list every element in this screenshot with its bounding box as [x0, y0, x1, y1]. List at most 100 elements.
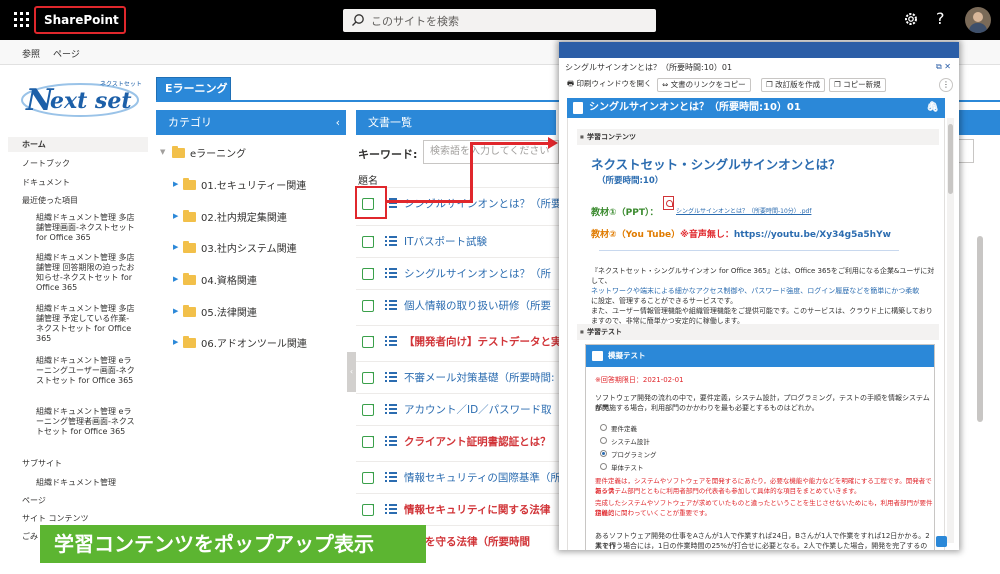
nav-recent-item[interactable]: 組織ドキュメント管理 多店舗管理画面-ネクストセット for Office 36…: [36, 213, 136, 243]
material1-link[interactable]: シングルサインオンとは？（所要時間-10分）.pdf: [676, 206, 811, 215]
document-title-link[interactable]: シングルサインオンとは？（所: [404, 266, 560, 281]
help-icon[interactable]: ?: [936, 9, 945, 28]
chevron-down-icon[interactable]: ▼: [160, 148, 165, 156]
document-title-link[interactable]: クライアント証明書認証とは？: [404, 434, 560, 449]
document-title-link[interactable]: 情報セキュリティに関する法律: [404, 502, 560, 517]
open-popup-icon[interactable]: [362, 472, 374, 484]
document-title-link[interactable]: 【開発者向け】テストデータと実: [404, 334, 560, 349]
open-popup-icon[interactable]: [362, 300, 374, 312]
tab-elearning[interactable]: Eラーニング: [156, 77, 231, 101]
answer-option[interactable]: 単体テスト: [611, 462, 644, 472]
nav-recent-item[interactable]: 組織ドキュメント管理 eラーニング管理者画面-ネクストセット for Offic…: [36, 407, 136, 437]
open-popup-icon[interactable]: [362, 336, 374, 348]
list-icon: [385, 472, 397, 482]
tree-folder[interactable]: 06.アドオンツール関連: [201, 335, 307, 350]
new-version-button[interactable]: ❐ 改訂版を作成: [761, 78, 826, 92]
nav-site-contents[interactable]: サイト コンテンツ: [22, 514, 89, 524]
open-popup-icon[interactable]: [362, 372, 374, 384]
tree-folder[interactable]: 03.社内システム関連: [201, 240, 297, 255]
browse-tab[interactable]: 参照: [22, 47, 40, 60]
nav-recycle-bin[interactable]: ごみ: [22, 532, 38, 542]
chevron-right-icon[interactable]: ▶: [173, 338, 178, 346]
copy-new-button[interactable]: ❐ コピー新規: [829, 78, 886, 92]
popup-document-title: シングルサインオンとは？（所要時間:10）01: [589, 102, 801, 113]
background-scrollbar[interactable]: [977, 236, 983, 422]
nav-recent-item[interactable]: 組織ドキュメント管理 多店舗管理 予定している作業-ネクストセット for Of…: [36, 304, 136, 344]
more-options-icon[interactable]: ⋮: [939, 78, 953, 92]
folder-icon: [183, 305, 196, 317]
copy-new-label: コピー新規: [843, 80, 881, 89]
chevron-right-icon[interactable]: ▶: [173, 243, 178, 251]
table-row[interactable]: ITパスポート試験: [356, 225, 560, 256]
table-row[interactable]: 情報セキュリティの国際基準（所: [356, 461, 560, 492]
tree-folder[interactable]: 04.資格関連: [201, 272, 257, 287]
nav-home[interactable]: ホーム: [22, 140, 46, 150]
collapse-icon[interactable]: ‹: [336, 110, 340, 135]
open-popup-icon[interactable]: [362, 404, 374, 416]
list-icon: [385, 404, 397, 414]
tree-folder[interactable]: 05.法律関連: [201, 304, 257, 319]
divider: [599, 250, 899, 251]
chevron-right-icon[interactable]: ▶: [173, 212, 178, 220]
table-row[interactable]: アカウント／ID／パスワード取: [356, 393, 560, 424]
gear-icon[interactable]: [903, 11, 919, 27]
page-tab[interactable]: ページ: [53, 47, 80, 60]
copy-link-button[interactable]: ⇔ 文書のリンクをコピー: [657, 78, 751, 92]
open-popup-icon[interactable]: [362, 268, 374, 280]
panel-splitter-handle[interactable]: ‹: [347, 352, 356, 392]
description-line: また、ユーザー情報管理機能や組織管理機能をご提供可能です。このサービスは、クラウ…: [591, 307, 933, 315]
table-row[interactable]: 情報セキュリティに関する法律: [356, 493, 560, 524]
open-popup-icon[interactable]: [362, 504, 374, 516]
chevron-right-icon[interactable]: ▶: [173, 275, 178, 283]
sharepoint-title[interactable]: SharePoint: [34, 6, 126, 34]
document-title-link[interactable]: 財産を守る法律（所要時間: [404, 534, 560, 549]
answer-radio-selected[interactable]: [600, 450, 607, 457]
table-row[interactable]: シングルサインオンとは？（所: [356, 257, 560, 288]
nav-recent-item[interactable]: 組織ドキュメント管理 eラーニングユーザー画面-ネクストセット for Offi…: [36, 356, 136, 386]
answer-radio[interactable]: [600, 463, 607, 470]
document-title-link[interactable]: 個人情報の取り扱い研修（所要: [404, 298, 560, 313]
table-row[interactable]: クライアント証明書認証とは？: [356, 425, 560, 456]
tree-folder[interactable]: 01.セキュリティー関連: [201, 177, 306, 192]
site-search-box[interactable]: このサイトを検索: [343, 9, 656, 32]
window-controls-icon[interactable]: ⧉ ✕: [936, 62, 951, 72]
background-search-button[interactable]: [958, 139, 974, 163]
answer-radio[interactable]: [600, 424, 607, 431]
open-popup-icon[interactable]: [362, 436, 374, 448]
explanation-text: 積極的に関わっていくことが重要です。: [595, 509, 712, 517]
table-row[interactable]: 【開発者向け】テストデータと実: [356, 325, 560, 356]
nav-pages[interactable]: ページ: [22, 496, 46, 506]
open-popup-icon[interactable]: [362, 236, 374, 248]
tree-root-eLearning[interactable]: eラーニング: [190, 145, 246, 160]
nav-recent-item[interactable]: 組織ドキュメント管理 多店舗管理 回答期限の迫ったお知らせ-ネクストセット fo…: [36, 253, 136, 293]
column-header-title[interactable]: 題名: [358, 172, 378, 187]
document-title-link[interactable]: 情報セキュリティの国際基準（所: [404, 470, 560, 485]
document-title-link[interactable]: 不審メール対策基礎（所要時間:: [404, 370, 560, 385]
nav-notebook[interactable]: ノートブック: [22, 159, 70, 169]
answer-option[interactable]: システム設計: [611, 436, 650, 446]
answer-option[interactable]: 要件定義: [611, 423, 637, 433]
document-title-link[interactable]: シングルサインオンとは？（所要: [404, 196, 560, 211]
nav-recent[interactable]: 最近使った項目: [22, 196, 78, 206]
nav-documents[interactable]: ドキュメント: [22, 178, 70, 188]
answer-radio[interactable]: [600, 437, 607, 444]
chevron-right-icon[interactable]: ▶: [173, 180, 178, 188]
nav-subsite-item[interactable]: 組織ドキュメント管理: [36, 478, 136, 488]
document-title-link[interactable]: アカウント／ID／パスワード取: [404, 402, 560, 417]
nextset-logo[interactable]: N ext set ネクストセット: [20, 72, 148, 124]
document-title-link[interactable]: ITパスポート試験: [404, 234, 560, 249]
attachment-icon[interactable]: 🖇: [926, 98, 939, 118]
print-button[interactable]: 🖶 印刷ウィンドウを開く: [563, 78, 656, 92]
material2-link[interactable]: https://youtu.be/Xy34g5a5hYw: [734, 230, 891, 240]
popup-scrollbar[interactable]: [947, 118, 954, 543]
chevron-right-icon[interactable]: ▶: [173, 307, 178, 315]
translate-icon[interactable]: [936, 536, 947, 547]
avatar[interactable]: [965, 7, 991, 33]
table-row[interactable]: 不審メール対策基礎（所要時間:: [356, 361, 560, 392]
app-launcher-icon[interactable]: [14, 12, 30, 28]
nav-subsites[interactable]: サブサイト: [22, 459, 62, 469]
tree-folder[interactable]: 02.社内規定集関連: [201, 209, 287, 224]
table-row[interactable]: 個人情報の取り扱い研修（所要: [356, 289, 560, 320]
answer-option[interactable]: プログラミング: [611, 449, 657, 459]
material2-note: ※音声無し：: [680, 230, 734, 240]
